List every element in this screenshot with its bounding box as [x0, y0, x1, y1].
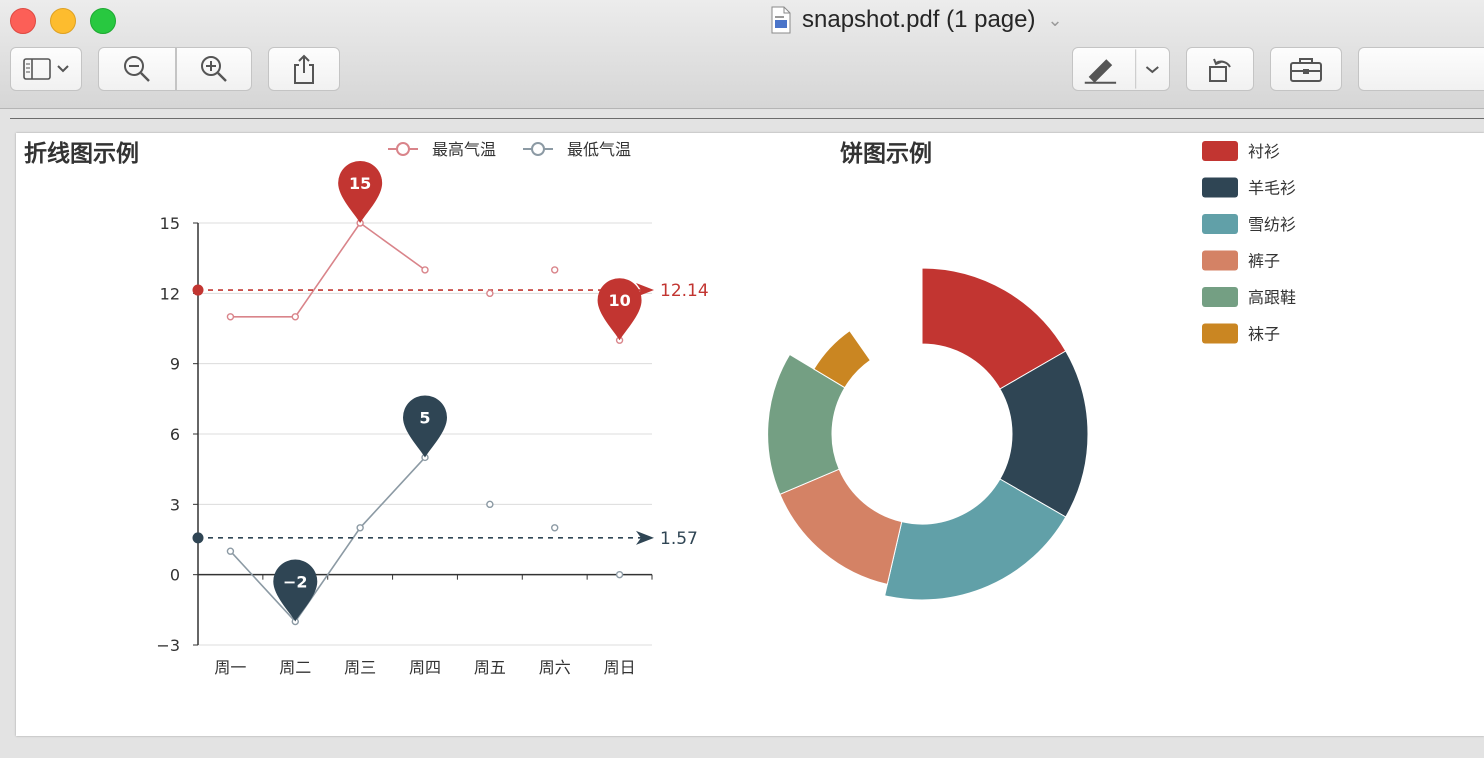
legend-label[interactable]: 雪纺衫 — [1248, 215, 1296, 234]
search-field[interactable] — [1358, 47, 1484, 91]
sidebar-icon — [23, 58, 69, 80]
data-point[interactable] — [486, 500, 494, 509]
line-chart-legend: 最高气温 最低气温 — [388, 140, 631, 159]
legend-swatch[interactable] — [1202, 214, 1238, 234]
legend-label[interactable]: 衬衫 — [1248, 142, 1280, 161]
data-point[interactable] — [615, 570, 624, 579]
rotate-icon — [1209, 58, 1231, 82]
legend-label[interactable]: 最低气温 — [567, 140, 631, 159]
y-tick-label: 6 — [170, 425, 180, 444]
pin-marker-label: −2 — [283, 573, 308, 592]
x-tick-label: 周三 — [344, 658, 376, 677]
data-point[interactable] — [421, 266, 429, 274]
legend-label[interactable]: 裤子 — [1248, 252, 1280, 271]
minimize-window-button[interactable] — [50, 8, 76, 34]
zoom-in-icon — [201, 56, 227, 82]
rotate-button[interactable] — [1186, 47, 1254, 91]
pie-chart: 饼图示例 衬衫羊毛衫雪纺衫裤子高跟鞋袜子 — [767, 140, 1296, 601]
window-toolbar: snapshot.pdf (1 page) ⌄ — [0, 0, 1484, 109]
pin-marker-label: 5 — [419, 408, 430, 427]
series-line — [229, 456, 426, 623]
zoom-out-button[interactable] — [98, 47, 176, 91]
data-point[interactable] — [551, 524, 559, 532]
pie-chart-title: 饼图示例 — [840, 140, 932, 167]
line-chart: 折线图示例 最高气温 最低气温 −3 0 3 6 9 12 15 周一 周二 周三 周四 周五 周六 周日… — [24, 140, 709, 677]
x-tick-label: 周日 — [604, 658, 636, 677]
pin-marker-label: 10 — [608, 291, 630, 310]
data-point[interactable] — [486, 289, 494, 298]
average-start-dot — [192, 284, 204, 296]
legend-label[interactable]: 最高气温 — [432, 140, 496, 159]
data-point[interactable] — [551, 266, 559, 274]
data-point[interactable] — [226, 313, 235, 321]
legend-marker — [396, 142, 410, 156]
legend-swatch[interactable] — [1202, 177, 1238, 198]
legend-swatch[interactable] — [1202, 323, 1238, 344]
x-tick-label: 周四 — [409, 658, 441, 677]
zoom-out-icon — [124, 56, 150, 82]
x-tick-label: 周二 — [279, 658, 311, 677]
legend-marker — [531, 142, 545, 156]
y-tick-label: 9 — [170, 355, 180, 374]
toolbar-separator — [10, 118, 1484, 119]
data-point[interactable] — [356, 524, 364, 532]
share-button[interactable] — [268, 47, 340, 91]
x-tick-label: 周五 — [474, 658, 506, 677]
pie-chart-legend: 衬衫羊毛衫雪纺衫裤子高跟鞋袜子 — [1202, 141, 1296, 344]
sidebar-view-button[interactable] — [10, 47, 82, 91]
y-tick-label: −3 — [156, 636, 180, 655]
y-tick-label: 15 — [160, 214, 180, 233]
chevron-down-icon[interactable]: ⌄ — [1048, 10, 1063, 31]
series-line — [230, 221, 426, 318]
legend-swatch[interactable] — [1202, 141, 1238, 161]
x-tick-label: 周六 — [539, 658, 571, 677]
y-tick-label: 3 — [170, 495, 180, 514]
data-point[interactable] — [291, 313, 299, 321]
pdf-document-icon — [770, 6, 792, 34]
legend-label[interactable]: 高跟鞋 — [1248, 288, 1296, 307]
x-tick-label: 周一 — [214, 658, 246, 677]
average-label: 1.57 — [660, 529, 698, 549]
close-window-button[interactable] — [10, 8, 36, 34]
line-chart-title: 折线图示例 — [24, 140, 139, 167]
legend-swatch[interactable] — [1202, 250, 1238, 271]
markup-pen-icon — [1084, 49, 1159, 89]
legend-label[interactable]: 袜子 — [1248, 325, 1280, 344]
zoom-in-button[interactable] — [176, 47, 252, 91]
charts-canvas: 折线图示例 最高气温 最低气温 −3 0 3 6 9 12 15 周一 周二 周三 周四 周五 周六 周日… — [24, 140, 1296, 677]
y-tick-label: 0 — [170, 566, 180, 585]
toolbox-button[interactable] — [1270, 47, 1342, 91]
y-tick-label: 12 — [160, 284, 180, 303]
pin-marker-label: 15 — [349, 174, 371, 193]
window-title-area[interactable]: snapshot.pdf (1 page) ⌄ — [770, 4, 1063, 36]
zoom-window-button[interactable] — [90, 8, 116, 34]
window-title: snapshot.pdf (1 page) — [802, 6, 1036, 33]
pdf-page: 折线图示例 最高气温 最低气温 −3 0 3 6 9 12 15 周一 周二 周三 周四 周五 周六 周日… — [16, 133, 1484, 736]
legend-label[interactable]: 羊毛衫 — [1248, 179, 1296, 198]
legend-swatch[interactable] — [1202, 287, 1238, 307]
average-start-dot — [192, 532, 204, 544]
share-icon — [294, 54, 314, 84]
toolbox-icon — [1290, 58, 1322, 82]
average-label: 12.14 — [660, 281, 709, 301]
data-point[interactable] — [226, 547, 235, 555]
markup-button[interactable] — [1072, 47, 1170, 91]
